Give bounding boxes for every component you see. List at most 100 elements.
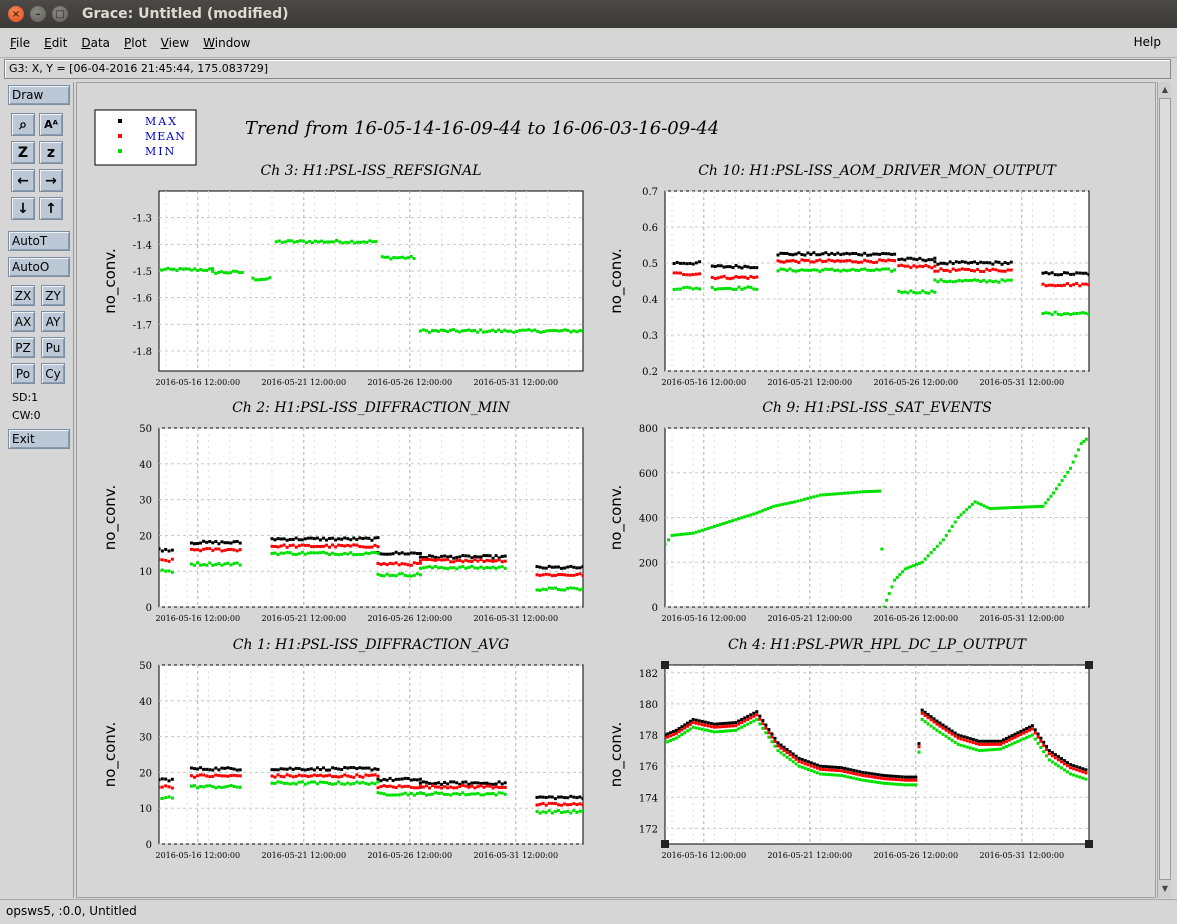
chart-panel-6[interactable]: 1721741761781801822016-05-16 12:00:00 201… [607, 637, 1093, 860]
pu-button[interactable]: Pu [41, 337, 65, 358]
data-point-max [980, 739, 984, 743]
vertical-scrollbar[interactable]: ▲ ▼ [1157, 82, 1171, 898]
data-point-min [332, 240, 336, 244]
pz-button[interactable]: PZ [11, 337, 35, 358]
zx-button[interactable]: ZX [11, 285, 35, 306]
data-point-max [494, 554, 498, 558]
minimize-window-icon[interactable]: – [30, 6, 46, 22]
ax-button[interactable]: AX [11, 311, 35, 332]
scroll-left-icon[interactable]: ← [11, 169, 35, 192]
autoo-button[interactable]: AutoO [8, 257, 70, 277]
scrollbar-thumb[interactable] [1159, 98, 1171, 880]
data-point-min [452, 328, 456, 332]
exit-button[interactable]: Exit [8, 429, 70, 449]
scroll-up-icon[interactable]: ↑ [39, 197, 63, 220]
chart-panel-1[interactable]: -1.8-1.7-1.6-1.5-1.4-1.32016-05-16 12:00… [101, 163, 585, 387]
zoom-icon[interactable]: ⌕ [11, 113, 35, 136]
selection-handle[interactable] [1085, 840, 1093, 848]
data-point-max [1075, 271, 1079, 275]
data-point-min [953, 740, 957, 744]
figure-svg[interactable]: MAX MEAN MIN Trend from 16-05-14-16-09-4… [77, 83, 1155, 897]
cy-button[interactable]: Cy [41, 363, 65, 384]
chart-title: Ch 9: H1:PSL-ISS_SAT_EVENTS [762, 400, 992, 416]
data-point-max [831, 765, 835, 769]
data-point-min [903, 290, 907, 294]
chart-panel-4[interactable]: 02004006008002016-05-16 12:00:00 2016-05-… [607, 400, 1090, 623]
selection-handle[interactable] [661, 661, 669, 669]
menu-window[interactable]: Window [203, 36, 250, 50]
data-point-max [879, 773, 883, 777]
data-point-min [279, 551, 283, 555]
menu-view[interactable]: View [161, 36, 189, 50]
data-point-mean [367, 545, 371, 549]
menu-data[interactable]: Data [81, 36, 110, 50]
data-point-min [403, 791, 407, 795]
data-point-max [870, 772, 874, 776]
data-point-mean [556, 573, 560, 577]
plot-area[interactable] [158, 427, 584, 608]
data-point-min [566, 809, 570, 813]
scroll-up-arrow-icon[interactable]: ▲ [1159, 84, 1171, 96]
data-point-mean [385, 563, 389, 567]
data-point-max [671, 730, 675, 734]
data-point-min [362, 240, 366, 244]
menu-help[interactable]: Help [1134, 35, 1161, 49]
data-point-min [500, 791, 504, 795]
po-button[interactable]: Po [11, 363, 35, 384]
data-point-mean [449, 785, 453, 789]
chart-panel-3[interactable]: 010203040502016-05-16 12:00:00 2016-05-21… [101, 400, 585, 623]
data-point-mean [288, 774, 292, 778]
data-point-min [787, 501, 791, 505]
data-point-max [1059, 273, 1063, 277]
zoom-out-icon[interactable]: z [39, 141, 63, 164]
data-point-min [944, 533, 948, 537]
data-point-min [968, 505, 972, 509]
selection-handle[interactable] [1085, 661, 1093, 669]
data-point-min [578, 588, 582, 592]
data-point-min [289, 239, 293, 243]
data-point-mean [700, 723, 704, 727]
data-point-min [539, 330, 543, 334]
zy-button[interactable]: ZY [41, 285, 65, 306]
data-point-max [688, 719, 692, 723]
data-point-max [864, 771, 868, 775]
data-point-max [1053, 753, 1057, 757]
data-point-max [160, 549, 164, 553]
autot-button[interactable]: AutoT [8, 231, 70, 251]
menu-file[interactable]: File [10, 36, 30, 50]
data-point-max [424, 780, 428, 784]
scroll-down-arrow-icon[interactable]: ▼ [1159, 883, 1171, 895]
chart-panel-2[interactable]: 0.20.30.40.50.60.72016-05-16 12:00:00 201… [607, 163, 1091, 387]
plot-canvas[interactable]: MAX MEAN MIN Trend from 16-05-14-16-09-4… [76, 82, 1156, 898]
scroll-down-icon[interactable]: ↓ [11, 197, 35, 220]
data-point-min [297, 780, 301, 784]
plot-area[interactable] [158, 664, 584, 845]
text-tool-icon[interactable]: Aᴬ [39, 113, 63, 136]
data-point-mean [839, 259, 843, 263]
plot-area[interactable] [664, 190, 1090, 372]
data-point-max [467, 782, 471, 786]
data-point-max [547, 795, 551, 799]
data-point-max [923, 710, 927, 714]
data-point-max [1003, 261, 1007, 265]
data-point-max [285, 538, 289, 542]
data-point-mean [397, 784, 401, 788]
data-point-mean [878, 258, 882, 262]
chart-panel-5[interactable]: 010203040502016-05-16 12:00:00 2016-05-21… [101, 637, 585, 860]
scroll-right-icon[interactable]: → [39, 169, 63, 192]
menu-plot[interactable]: Plot [124, 36, 147, 50]
selection-handle[interactable] [661, 840, 669, 848]
data-point-min [455, 792, 459, 796]
plot-area[interactable] [664, 664, 1090, 845]
zoom-in-icon[interactable]: Z [11, 141, 35, 164]
data-point-min [966, 279, 970, 283]
data-point-min [843, 774, 847, 778]
maximize-window-icon[interactable]: □ [52, 6, 68, 22]
menu-edit[interactable]: Edit [44, 36, 67, 50]
draw-button[interactable]: Draw [8, 85, 70, 105]
data-point-max [959, 734, 963, 738]
data-point-mean [867, 774, 871, 778]
data-point-mean [694, 272, 698, 276]
ay-button[interactable]: AY [41, 311, 65, 332]
close-window-icon[interactable]: × [8, 6, 24, 22]
